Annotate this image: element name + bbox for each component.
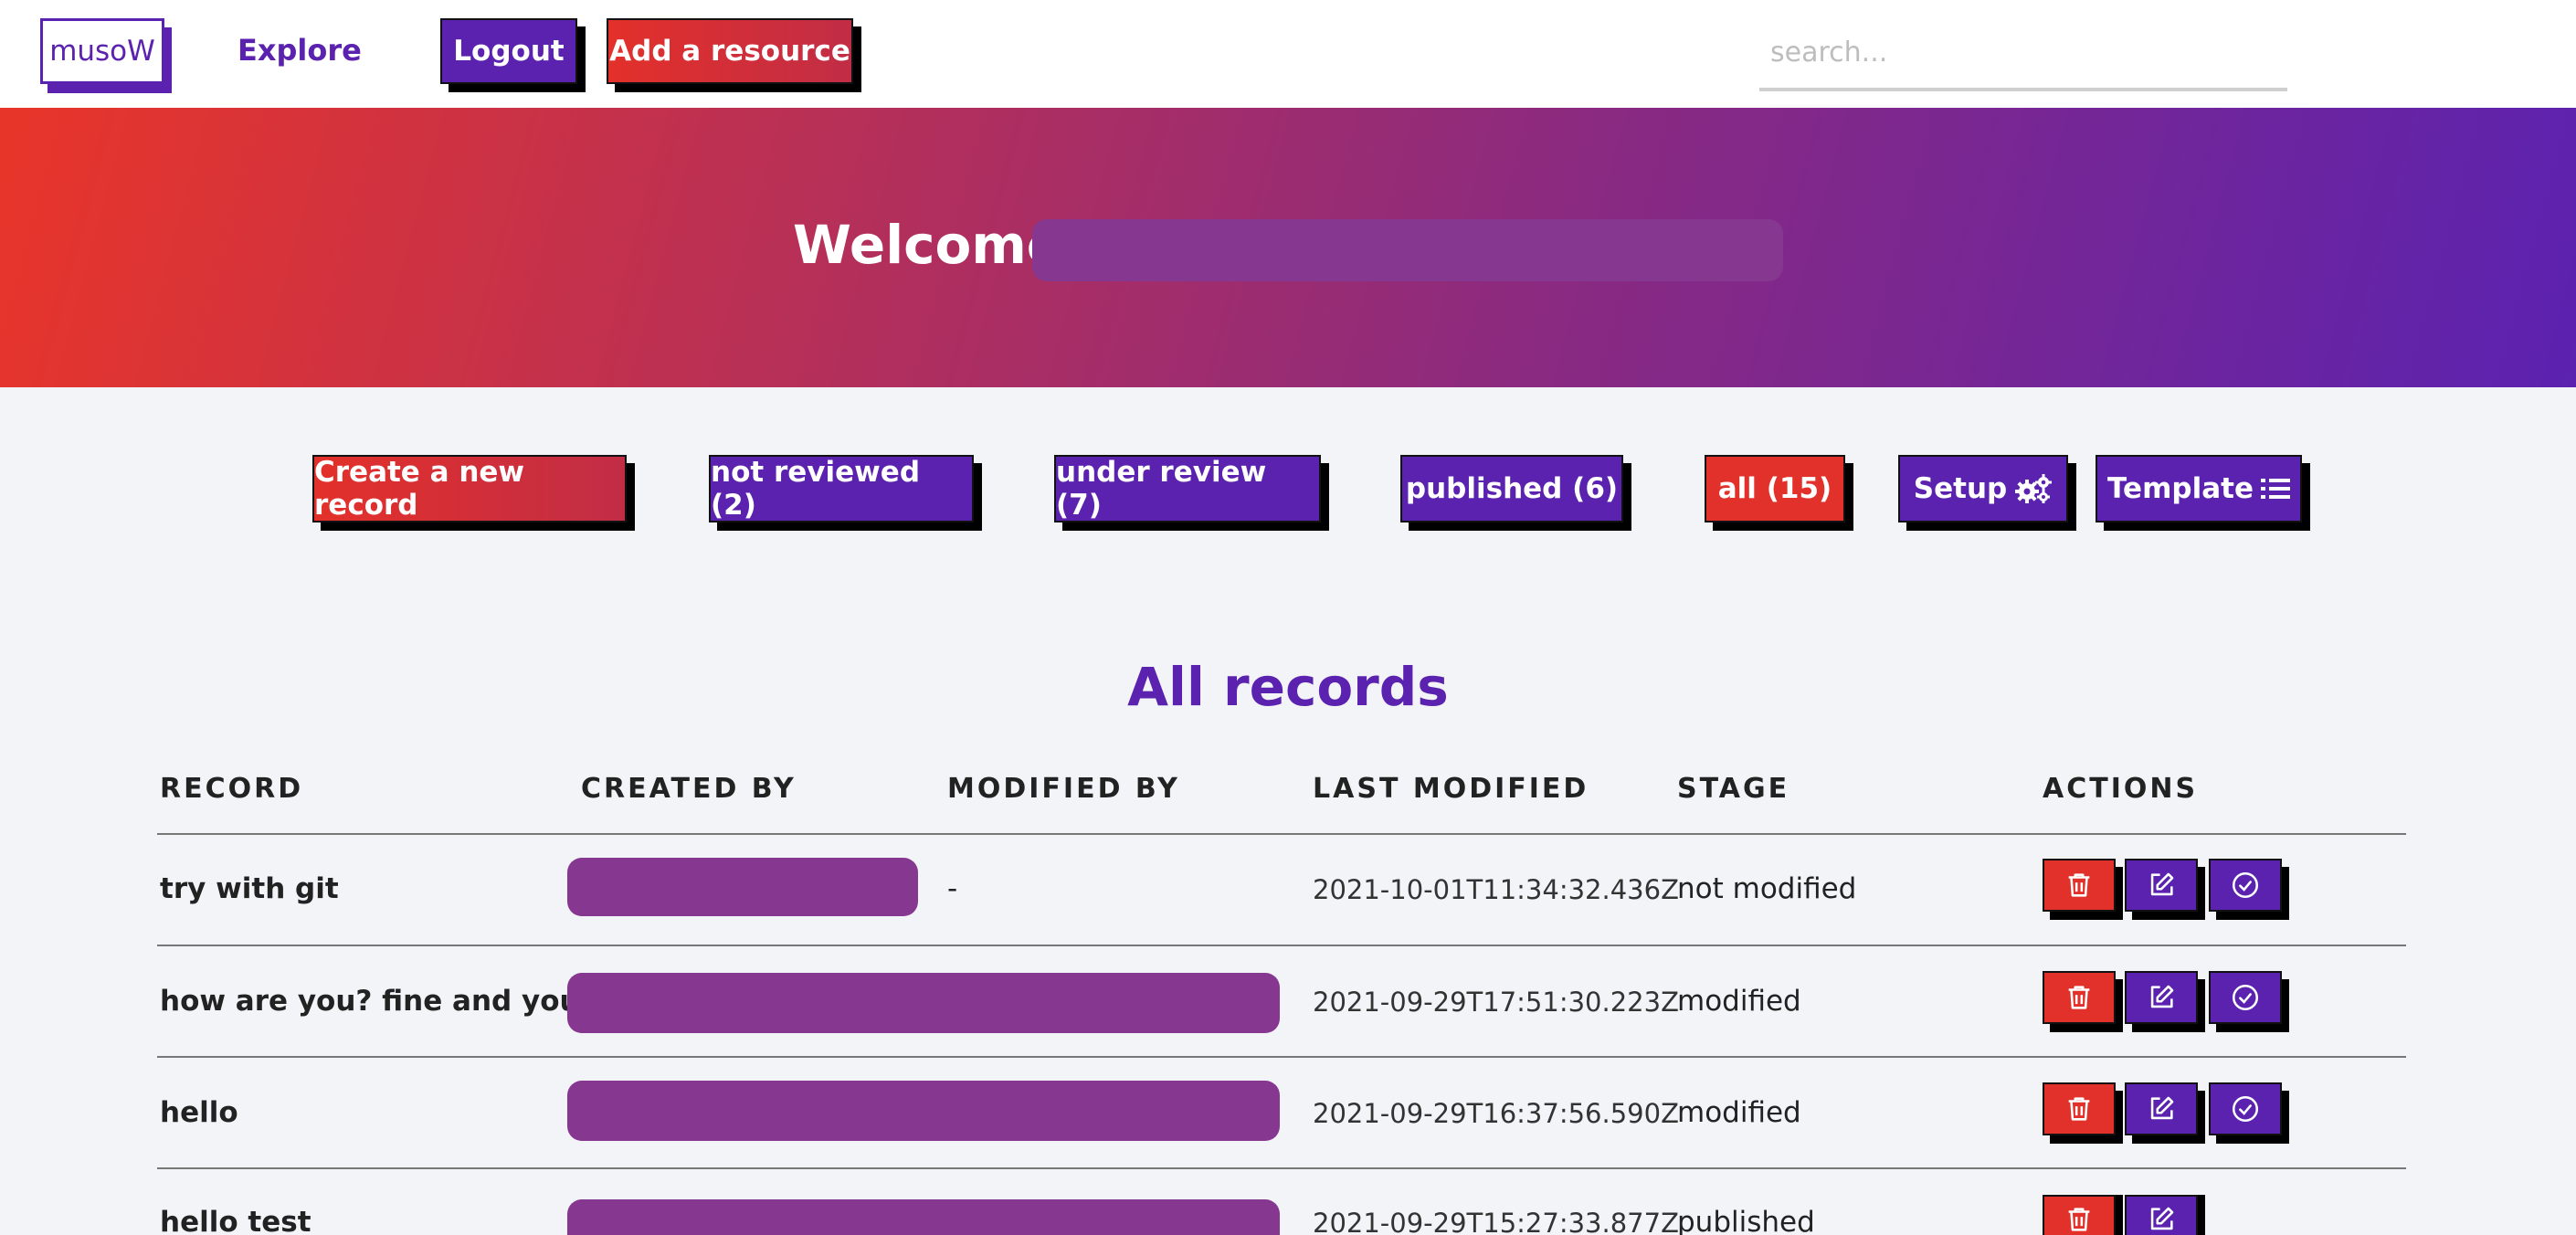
welcome-banner: Welcome xyxy=(0,108,2576,387)
edit-icon xyxy=(2150,985,2174,1008)
stage-value: modified xyxy=(1677,985,1801,1018)
row-divider xyxy=(157,1056,2406,1058)
column-header-record: RECORD xyxy=(160,773,304,805)
welcome-heading: Welcome xyxy=(793,214,1063,276)
trash-icon xyxy=(2068,1097,2090,1121)
filter-under-review-button[interactable]: under review (7) xyxy=(1054,455,1321,522)
stage-value: modified xyxy=(1677,1096,1801,1129)
trash-icon xyxy=(2068,986,2090,1009)
setup-button[interactable]: Setup xyxy=(1898,455,2068,522)
trash-icon xyxy=(2068,1208,2090,1231)
redacted-created-modified-by xyxy=(567,1081,1280,1141)
edit-button[interactable] xyxy=(2125,1195,2198,1235)
check-circle-icon xyxy=(2232,984,2259,1011)
review-button[interactable] xyxy=(2209,1082,2282,1135)
explore-link[interactable]: Explore xyxy=(238,33,362,68)
record-title[interactable]: how are you? fine and you xyxy=(160,985,580,1018)
filter-all-button[interactable]: all (15) xyxy=(1705,455,1845,522)
section-title: All records xyxy=(1127,656,1449,718)
edit-icon xyxy=(2150,1207,2174,1230)
template-label: Template xyxy=(2107,472,2254,505)
top-navbar: musoW Explore Logout Add a resource sear… xyxy=(0,0,2576,108)
trash-icon xyxy=(2068,873,2090,897)
header-divider xyxy=(157,833,2406,835)
delete-button[interactable] xyxy=(2043,971,2116,1024)
delete-button[interactable] xyxy=(2043,1082,2116,1135)
column-header-last-modified: LAST MODIFIED xyxy=(1313,773,1589,805)
delete-button[interactable] xyxy=(2043,859,2116,912)
delete-button[interactable] xyxy=(2043,1195,2116,1235)
column-header-modified-by: MODIFIED BY xyxy=(947,773,1180,805)
setup-label: Setup xyxy=(1913,472,2008,505)
column-header-created-by: CREATED BY xyxy=(581,773,797,805)
edit-icon xyxy=(2150,872,2174,896)
last-modified-value: 2021-10-01T11:34:32.436Z xyxy=(1313,874,1679,905)
filter-published-button[interactable]: published (6) xyxy=(1400,455,1623,522)
column-header-actions: ACTIONS xyxy=(2043,773,2199,805)
stage-value: published xyxy=(1677,1206,1815,1235)
column-header-stage: STAGE xyxy=(1677,773,1790,805)
redacted-created-by xyxy=(567,858,918,916)
record-title[interactable]: hello test xyxy=(160,1206,311,1235)
create-record-button[interactable]: Create a new record xyxy=(312,455,627,522)
edit-button[interactable] xyxy=(2125,1082,2198,1135)
record-title[interactable]: try with git xyxy=(160,872,339,905)
template-button[interactable]: Template xyxy=(2096,455,2302,522)
last-modified-value: 2021-09-29T16:37:56.590Z xyxy=(1313,1098,1679,1129)
check-circle-icon xyxy=(2232,871,2259,899)
edit-button[interactable] xyxy=(2125,971,2198,1024)
search-input[interactable]: search... xyxy=(1759,27,2287,91)
edit-button[interactable] xyxy=(2125,859,2198,912)
filter-not-reviewed-button[interactable]: not reviewed (2) xyxy=(709,455,974,522)
check-circle-icon xyxy=(2232,1095,2259,1123)
review-button[interactable] xyxy=(2209,859,2282,912)
stage-value: not modified xyxy=(1677,872,1857,905)
row-divider xyxy=(157,945,2406,946)
last-modified-value: 2021-09-29T15:27:33.877Z xyxy=(1313,1208,1679,1235)
add-resource-button[interactable]: Add a resource xyxy=(607,18,853,84)
redacted-created-modified-by xyxy=(567,973,1280,1033)
modified-by-value: - xyxy=(947,872,958,905)
logout-button[interactable]: Logout xyxy=(440,18,577,84)
edit-icon xyxy=(2150,1096,2174,1120)
last-modified-value: 2021-09-29T17:51:30.223Z xyxy=(1313,987,1679,1018)
musow-logo[interactable]: musoW xyxy=(40,18,164,84)
gears-icon xyxy=(2014,473,2053,504)
review-button[interactable] xyxy=(2209,971,2282,1024)
redacted-username xyxy=(1032,219,1783,281)
row-divider xyxy=(157,1167,2406,1169)
redacted-created-modified-by xyxy=(567,1199,1280,1235)
record-title[interactable]: hello xyxy=(160,1096,238,1129)
list-icon xyxy=(2260,476,2290,501)
